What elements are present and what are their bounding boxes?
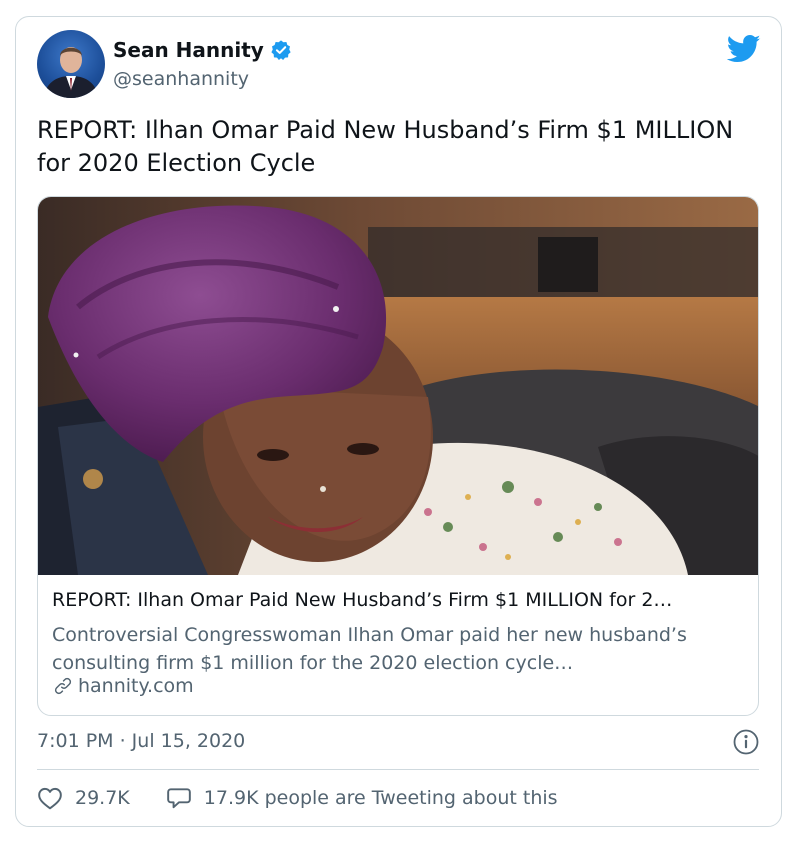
link-preview-card[interactable]: REPORT: Ilhan Omar Paid New Husband’s Fi… xyxy=(37,196,759,716)
like-action[interactable]: 29.7K xyxy=(37,786,130,810)
link-card-title[interactable]: REPORT: Ilhan Omar Paid New Husband’s Fi… xyxy=(52,589,672,611)
tweet-text: REPORT: Ilhan Omar Paid New Husband’s Fi… xyxy=(37,116,734,177)
tweeting-about-action[interactable]: 17.9K people are Tweeting about this xyxy=(166,786,558,810)
author-avatar[interactable] xyxy=(37,30,105,98)
tweet-actions: 29.7K 17.9K people are Tweeting about th… xyxy=(37,786,558,810)
link-card-description: Controversial Congresswoman Ilhan Omar p… xyxy=(52,624,687,674)
author-name-row: Sean Hannity xyxy=(113,38,292,62)
twitter-bird-icon[interactable] xyxy=(727,34,761,64)
link-card-domain-row: hannity.com xyxy=(52,675,194,697)
tweet-timestamp[interactable]: 7:01 PM · Jul 15, 2020 xyxy=(37,730,245,752)
author-name[interactable]: Sean Hannity xyxy=(113,38,264,62)
author-handle[interactable]: @seanhannity xyxy=(113,68,249,90)
heart-icon xyxy=(38,787,62,810)
verified-badge-icon xyxy=(271,40,291,60)
tweeting-about-text: 17.9K people are Tweeting about this xyxy=(203,787,558,809)
like-count: 29.7K xyxy=(75,787,130,809)
link-card-domain: hannity.com xyxy=(78,675,194,697)
link-icon xyxy=(54,677,72,695)
stats-divider xyxy=(37,769,759,770)
avatar-portrait xyxy=(43,47,99,98)
speech-bubble-icon xyxy=(166,788,191,809)
info-icon[interactable] xyxy=(733,729,759,755)
news-photo[interactable] xyxy=(38,197,759,575)
